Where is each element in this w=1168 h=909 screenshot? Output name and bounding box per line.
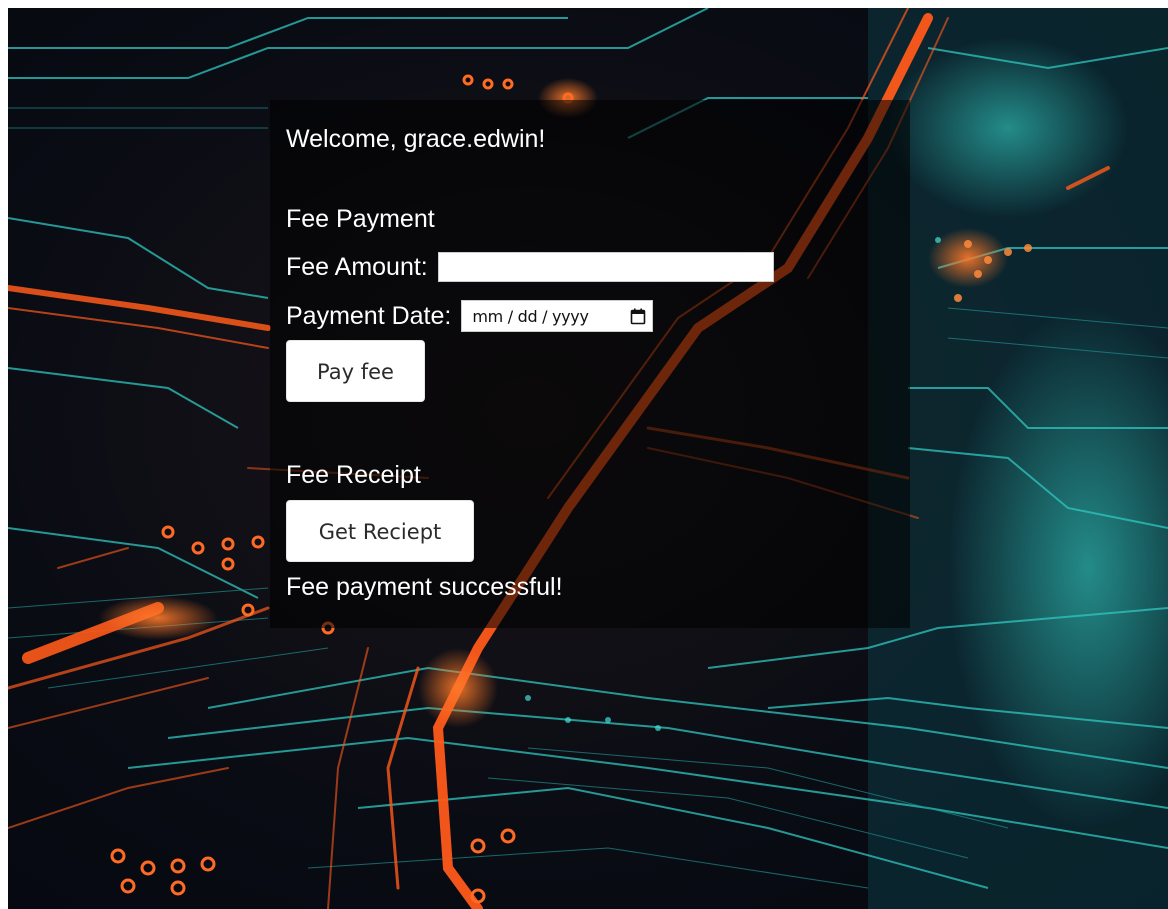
payment-date-placeholder: mm / dd / yyyy	[472, 306, 589, 326]
fee-amount-label: Fee Amount:	[286, 253, 428, 281]
status-message: Fee payment successful!	[286, 573, 563, 601]
fee-amount-row: Fee Amount:	[286, 252, 774, 282]
fee-payment-heading: Fee Payment	[286, 205, 435, 233]
fee-receipt-heading: Fee Receipt	[286, 461, 421, 489]
fee-panel: Welcome, grace.edwin! Fee Payment Fee Am…	[270, 100, 910, 628]
welcome-message: Welcome, grace.edwin!	[286, 125, 546, 153]
get-receipt-button[interactable]: Get Reciept	[286, 500, 474, 562]
payment-date-input[interactable]: mm / dd / yyyy	[461, 300, 654, 332]
payment-date-label: Payment Date:	[286, 302, 452, 330]
fee-amount-input[interactable]	[437, 252, 774, 282]
pay-fee-button[interactable]: Pay fee	[286, 340, 425, 402]
payment-date-row: Payment Date: mm / dd / yyyy	[286, 300, 654, 332]
calendar-icon[interactable]	[630, 308, 646, 325]
